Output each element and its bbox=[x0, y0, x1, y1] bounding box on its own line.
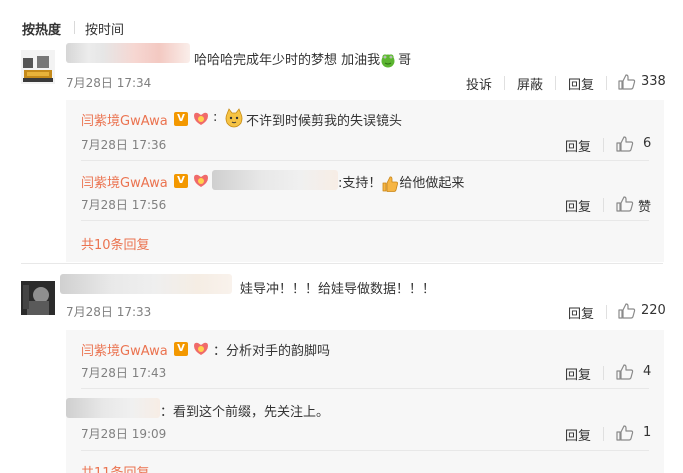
verified-badge: V bbox=[174, 112, 188, 126]
avatar[interactable] bbox=[21, 281, 55, 315]
reply-time: 7月28日 19:09 bbox=[81, 427, 167, 441]
avatar[interactable] bbox=[21, 50, 55, 84]
reply-time: 7月28日 17:36 bbox=[81, 138, 167, 152]
reply-text: ：分析对手的韵脚吗 bbox=[213, 344, 331, 359]
reply-text: :支持！ 给他做起来 bbox=[338, 175, 465, 193]
like-icon[interactable] bbox=[618, 74, 636, 90]
separator bbox=[606, 305, 607, 319]
reply-time: 7月28日 17:43 bbox=[81, 366, 167, 380]
reply-list: 闫紫境GwAwa V ：分析对手的韵脚吗 7月28日 17:43 回复 4 ：看… bbox=[66, 330, 664, 473]
reply-text: 不许到时候剪我的失误镜头 bbox=[246, 114, 403, 129]
divider bbox=[81, 160, 649, 161]
vip-badge-icon bbox=[191, 173, 211, 189]
tab-by-time[interactable]: 按时间 bbox=[85, 19, 124, 38]
separator bbox=[555, 76, 556, 90]
like-count: 6 bbox=[643, 136, 652, 151]
username-blurred[interactable] bbox=[66, 398, 160, 418]
reply-username[interactable]: 闫紫境GwAwa bbox=[81, 340, 168, 359]
like-count: 220 bbox=[641, 303, 666, 318]
username-blurred[interactable] bbox=[60, 274, 232, 294]
vip-badge-icon bbox=[191, 111, 211, 127]
thumbs-up-emoji bbox=[381, 175, 399, 193]
like-icon[interactable] bbox=[616, 364, 634, 380]
reply-button[interactable]: 回复 bbox=[565, 196, 591, 215]
separator bbox=[603, 427, 604, 441]
like-count: 338 bbox=[641, 74, 666, 89]
comment-text: 娃导冲！！！给娃导做数据！！！ bbox=[240, 282, 436, 297]
tab-separator bbox=[74, 21, 75, 34]
reply-button[interactable]: 回复 bbox=[568, 74, 594, 93]
reply-text: ：看到这个前缀，先关注上。 bbox=[160, 405, 330, 420]
username-blurred[interactable] bbox=[66, 43, 190, 63]
divider bbox=[81, 220, 649, 221]
reply-time: 7月28日 17:56 bbox=[81, 198, 167, 212]
like-count: 4 bbox=[643, 364, 652, 379]
reply-button[interactable]: 回复 bbox=[565, 364, 591, 383]
separator bbox=[603, 366, 604, 380]
like-icon[interactable] bbox=[616, 425, 634, 441]
comment-text: 哈哈哈完成年少时的梦想 加油我哥 bbox=[194, 52, 412, 70]
cat-emoji bbox=[224, 108, 243, 128]
reply-button[interactable]: 回复 bbox=[565, 425, 591, 444]
separator bbox=[603, 198, 604, 212]
separator bbox=[603, 138, 604, 152]
reply-button[interactable]: 回复 bbox=[565, 136, 591, 155]
reply-button[interactable]: 回复 bbox=[568, 303, 594, 322]
block-button[interactable]: 屏蔽 bbox=[517, 74, 543, 93]
separator bbox=[606, 76, 607, 90]
reply-username[interactable]: 闫紫境GwAwa bbox=[81, 110, 168, 129]
reply-username[interactable]: 闫紫境GwAwa bbox=[81, 172, 168, 191]
separator bbox=[504, 76, 505, 90]
like-label[interactable]: 赞 bbox=[638, 196, 651, 215]
vip-badge-icon bbox=[191, 341, 211, 357]
comment-divider bbox=[21, 263, 663, 264]
like-icon[interactable] bbox=[616, 196, 634, 212]
reply-colon: : bbox=[213, 110, 218, 125]
comment-time: 7月28日 17:33 bbox=[66, 305, 152, 319]
divider bbox=[81, 450, 649, 451]
comment-time: 7月28日 17:34 bbox=[66, 76, 152, 90]
more-replies-link[interactable]: 共10条回复 bbox=[81, 234, 150, 253]
like-icon[interactable] bbox=[616, 136, 634, 152]
tab-by-hot[interactable]: 按热度 bbox=[22, 19, 61, 38]
report-button[interactable]: 投诉 bbox=[466, 74, 492, 93]
like-count: 1 bbox=[643, 425, 652, 440]
frog-emoji bbox=[380, 52, 398, 70]
verified-badge: V bbox=[174, 342, 188, 356]
like-icon[interactable] bbox=[618, 303, 636, 319]
verified-badge: V bbox=[174, 174, 188, 188]
more-replies-link[interactable]: 共11条回复 bbox=[81, 462, 150, 473]
mention-blurred[interactable] bbox=[212, 170, 338, 190]
divider bbox=[81, 388, 649, 389]
reply-list: 闫紫境GwAwa V : 不许到时候剪我的失误镜头 7月28日 17:36 回复… bbox=[66, 100, 664, 262]
